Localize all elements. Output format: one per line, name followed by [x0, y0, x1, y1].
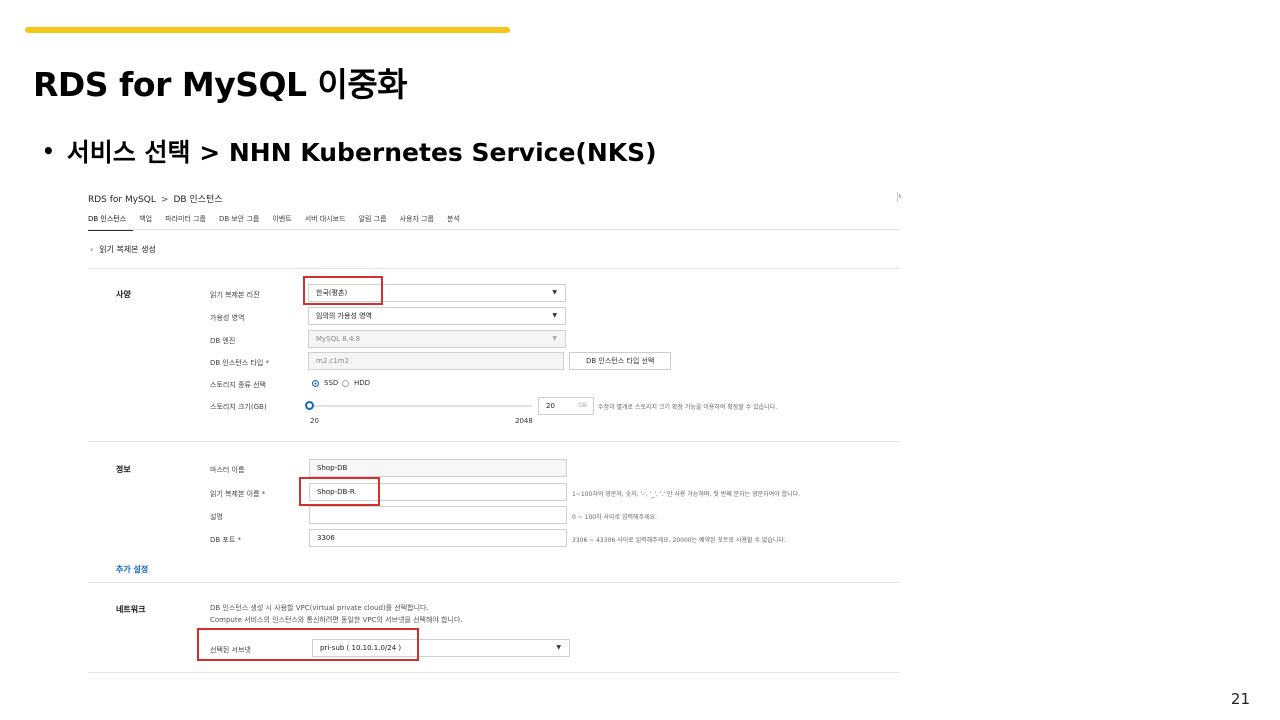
storage-type-label: 스토리지 종류 선택 [210, 381, 266, 389]
radio-unchecked-icon [342, 379, 349, 387]
highlight-subnet [197, 628, 419, 661]
storage-slider-knob[interactable] [305, 401, 314, 410]
network-desc-line2: Compute 서비스의 인스턴스와 통신하려면 동일한 VPC의 서브넷을 선… [210, 616, 463, 624]
caret-down-icon: ▼ [552, 335, 557, 342]
storage-unit: GB [578, 402, 587, 409]
engine-label: DB 엔진 [210, 337, 236, 345]
master-name-label: 마스터 이름 [210, 466, 245, 474]
storage-size-label: 스토리지 크기(GB) [210, 403, 267, 411]
instance-type-field: m2.c1m2 [308, 352, 564, 370]
storage-min-label: 20 [310, 417, 319, 425]
back-label: 읽기 복제본 생성 [99, 245, 156, 254]
az-label: 가용성 영역 [210, 314, 245, 322]
db-port-label: DB 포트 * [210, 536, 242, 544]
spec-divider [88, 441, 900, 442]
radio-hdd-label: HDD [354, 379, 371, 387]
slide-title: RDS for MySQL 이중화 [33, 65, 408, 104]
engine-value: MySQL 8.4.8 [316, 335, 361, 343]
radio-hdd[interactable]: HDD [342, 379, 370, 387]
network-desc-line1: DB 인스턴스 생성 시 사용할 VPC(virtual private clo… [210, 604, 429, 612]
bullet-line: • 서비스 선택 > NHN Kubernetes Service(NKS) [42, 133, 657, 169]
info-divider [88, 582, 900, 583]
extra-settings-link[interactable]: 추가 설정 [116, 564, 148, 575]
section-network: 네트워크 [116, 605, 146, 614]
caret-down-icon: ▼ [552, 289, 557, 296]
radio-checked-icon [312, 379, 319, 387]
db-port-value: 3306 [317, 534, 335, 542]
db-port-input[interactable]: 3306 [309, 529, 567, 547]
breadcrumb: RDS for MySQL > DB 인스턴스 [88, 192, 223, 205]
master-name-value: Shop-DB [317, 464, 348, 472]
breadcrumb-service[interactable]: RDS for MySQL [88, 195, 156, 205]
section-info: 정보 [116, 465, 131, 474]
back-link[interactable]: ‹ 읽기 복제본 생성 [90, 244, 156, 255]
replica-name-label: 읽기 복제본 이름 * [210, 490, 266, 498]
select-instance-type-button[interactable]: DB 인스턴스 타입 선택 [569, 352, 672, 370]
az-value: 임의의 가용성 영역 [316, 312, 372, 320]
storage-size-hint: 수정과 별개로 스토리지 크기 확장 기능을 이용하여 확장할 수 있습니다. [598, 404, 778, 411]
instance-type-placeholder: m2.c1m2 [316, 357, 350, 365]
console-screenshot: RDS for MySQL > DB 인스턴스 ι DB 인스턴스 백업 파라미터 … [80, 180, 902, 680]
instance-type-label: DB 인스턴스 타입 * [210, 359, 270, 367]
bullet-text: 서비스 선택 > NHN Kubernetes Service(NKS) [66, 138, 657, 167]
highlight-replica-name [299, 477, 380, 506]
replica-name-hint: 1~100자의 영문자, 숫자, '-', '_', '.' 만 사용 가능하며… [572, 491, 801, 498]
storage-size-value: 20 [546, 402, 555, 410]
page-number: 21 [1230, 690, 1250, 708]
storage-size-input[interactable]: 20 GB [538, 397, 594, 415]
caret-down-icon: ▼ [552, 312, 557, 319]
caret-down-icon: ▼ [556, 644, 561, 651]
az-select[interactable]: 임의의 가용성 영역 ▼ [308, 307, 566, 325]
description-input[interactable] [309, 506, 567, 524]
storage-slider-track[interactable] [310, 405, 532, 407]
chevron-left-icon: ‹ [90, 245, 94, 254]
highlight-region [303, 276, 383, 305]
title-accent-bar [25, 27, 510, 33]
radio-ssd[interactable]: SSD [312, 379, 338, 387]
network-description: DB 인스턴스 생성 시 사용할 VPC(virtual private clo… [210, 602, 463, 626]
section-spec: 사양 [116, 290, 131, 299]
panel-toggle-icon[interactable]: ι [897, 192, 901, 202]
description-hint: 0 ~ 100자 사이로 입력해주세요. [572, 514, 658, 521]
description-label: 설명 [210, 513, 223, 521]
breadcrumb-page: DB 인스턴스 [173, 195, 223, 205]
tab-divider [88, 229, 900, 230]
db-port-hint: 3306 ~ 43306 사이로 입력해주세요. 20000는 예약된 포트로 … [572, 537, 786, 544]
master-name-field: Shop-DB [309, 459, 567, 477]
bullet-dot: • [42, 139, 55, 163]
radio-ssd-label: SSD [324, 379, 339, 387]
engine-select: MySQL 8.4.8 ▼ [308, 330, 566, 348]
chevron-right-icon: > [160, 195, 169, 205]
region-label: 읽기 복제본 리전 [210, 291, 260, 299]
header-divider [88, 268, 900, 269]
network-divider [88, 672, 900, 673]
storage-max-label: 2048 [515, 417, 533, 425]
